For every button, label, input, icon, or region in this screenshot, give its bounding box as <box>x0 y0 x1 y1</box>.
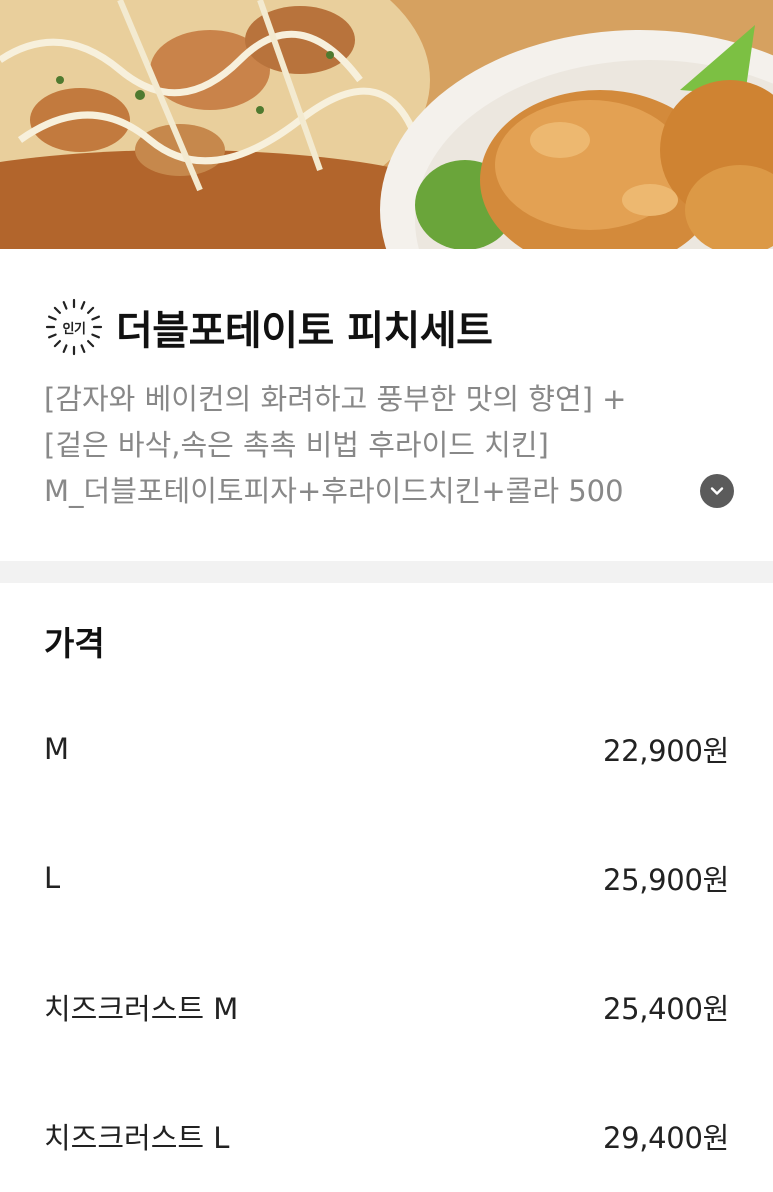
price-option-row[interactable]: L 25,900원 <box>44 848 729 908</box>
price-option-label: 치즈크러스트 L <box>44 1121 230 1155</box>
menu-title-row: 인기 더블포테이토 피치세트 <box>44 295 493 359</box>
menu-info-section: 인기 더블포테이토 피치세트 [감자와 베이컨의 화려하고 풍부한 맛의 향연]… <box>0 249 773 561</box>
menu-hero-image <box>0 0 773 249</box>
price-option-amount: 29,400원 <box>602 1121 729 1155</box>
price-option-amount: 25,400원 <box>602 992 729 1026</box>
price-option-amount: 22,900원 <box>602 734 729 768</box>
badge-label: 인기 <box>62 321 86 337</box>
menu-title: 더블포테이토 피치세트 <box>116 308 493 354</box>
popular-badge: 인기 <box>44 297 104 357</box>
expand-description-button[interactable] <box>700 474 734 508</box>
price-section: 가격 M 22,900원 L 25,900원 치즈크러스트 M 25,400원 … <box>0 583 773 1192</box>
chevron-down-icon <box>710 487 724 495</box>
description-fade <box>618 468 698 514</box>
pizza-chicken-illustration <box>0 0 773 249</box>
menu-description: [감자와 베이컨의 화려하고 풍부한 맛의 향연] + [겉은 바삭,속은 촉촉… <box>44 376 734 514</box>
price-option-row[interactable]: 치즈크러스트 L 29,400원 <box>44 1106 729 1166</box>
price-option-row[interactable]: 치즈크러스트 M 25,400원 <box>44 977 729 1037</box>
description-line-1: [감자와 베이컨의 화려하고 풍부한 맛의 향연] + <box>44 382 627 416</box>
section-divider <box>0 561 773 583</box>
price-option-label: L <box>44 861 61 895</box>
price-header: 가격 <box>44 624 105 663</box>
price-option-row[interactable]: M 22,900원 <box>44 719 729 779</box>
price-option-label: M <box>44 732 70 766</box>
description-line-3: M_더블포테이토피자+후라이드치킨+콜라 500 <box>44 474 624 508</box>
price-option-amount: 25,900원 <box>602 863 729 897</box>
description-line-2: [겉은 바삭,속은 촉촉 비법 후라이드 치킨] <box>44 428 549 462</box>
description-line-3-wrap: M_더블포테이토피자+후라이드치킨+콜라 500 <box>44 468 734 514</box>
price-option-label: 치즈크러스트 M <box>44 992 239 1026</box>
